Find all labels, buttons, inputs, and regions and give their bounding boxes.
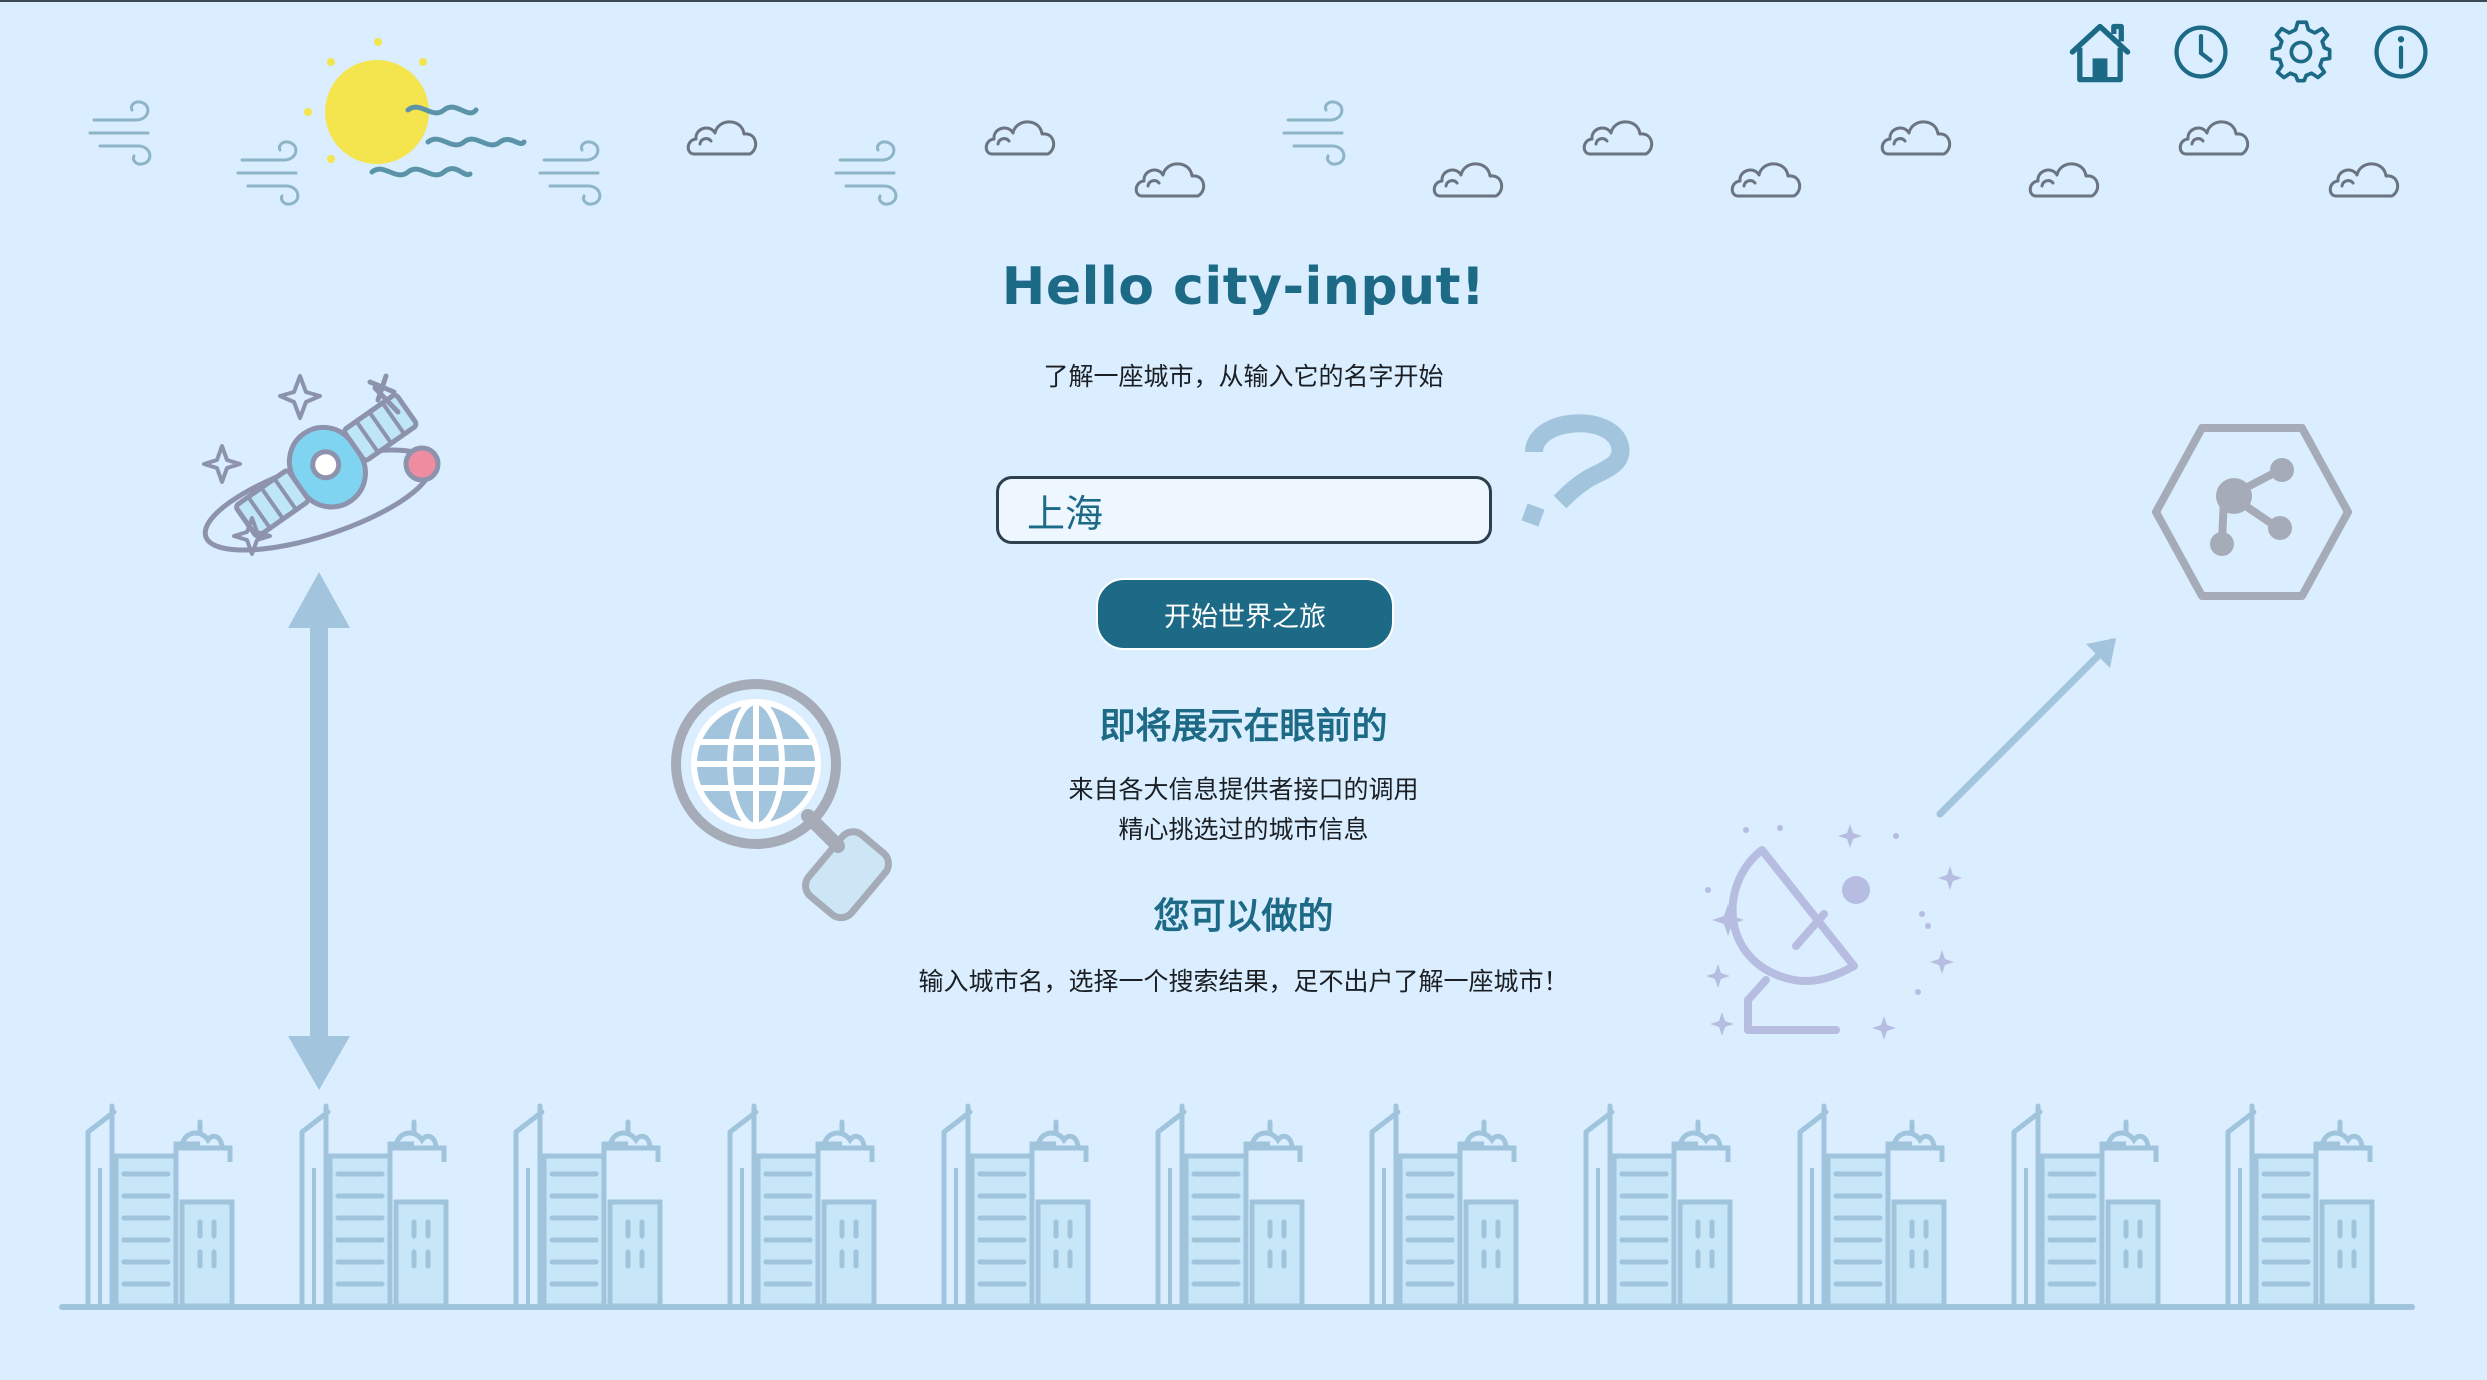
sun-icon: [304, 38, 527, 178]
actions-section-heading: 您可以做的: [1153, 896, 1334, 937]
sky-decoration: [88, 38, 2400, 206]
city-skyline-decoration: [59, 1082, 2415, 1310]
city-search-input[interactable]: [996, 476, 1492, 544]
preview-section-line-1: 来自各大信息提供者接口的调用: [1068, 775, 1419, 804]
preview-section-line-2: 精心挑选过的城市信息: [1118, 815, 1369, 844]
start-journey-button[interactable]: 开始世界之旅: [1096, 578, 1394, 650]
preview-section-heading: 即将展示在眼前的: [1099, 706, 1388, 747]
page-title: Hello city-input!: [1001, 257, 1486, 317]
share-hexagon-icon: [2152, 424, 2352, 600]
actions-section-line-1: 输入城市名，选择一个搜索结果，足不出户了解一座城市！: [918, 967, 1569, 996]
app-window: Hello city-input! 了解一座城市，从输入它的名字开始 开始世界之…: [0, 0, 2487, 1380]
question-mark-icon: [1521, 414, 1630, 527]
satellite-icon: [202, 373, 441, 556]
page-subtitle: 了解一座城市，从输入它的名字开始: [1043, 362, 1444, 391]
